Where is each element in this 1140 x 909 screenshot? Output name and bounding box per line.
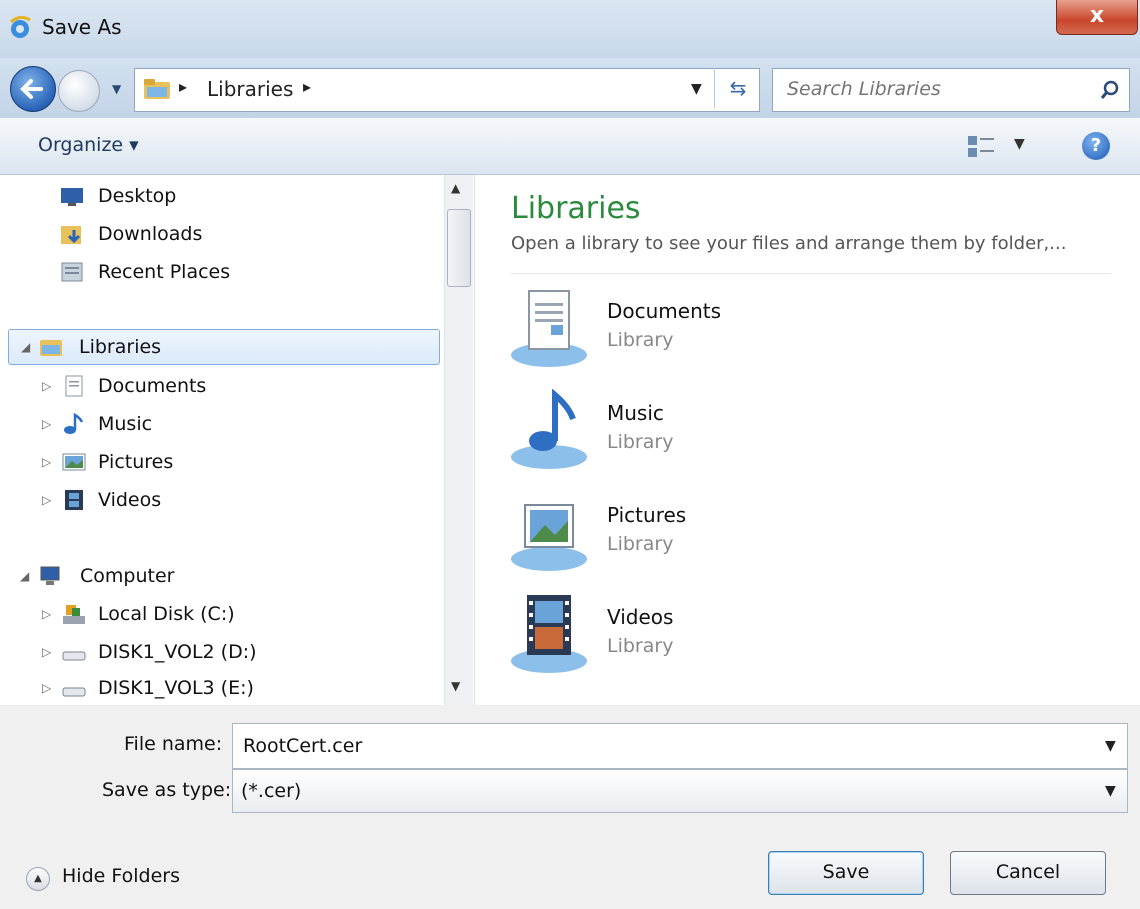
tree-item-libraries[interactable]: ◢ Libraries	[8, 329, 440, 365]
collapsed-arrow-icon[interactable]: ▷	[42, 407, 56, 441]
organize-menu[interactable]: Organize ▾	[38, 134, 139, 156]
scroll-down-arrow-icon[interactable]: ▼	[451, 679, 460, 693]
save-form: File name: ▼ Save as type: (*.cer) ▼ ▲ H…	[0, 705, 1140, 909]
search-box[interactable]	[772, 68, 1130, 112]
file-name-combobox[interactable]: ▼	[232, 723, 1128, 769]
breadcrumb-libraries[interactable]: Libraries	[207, 77, 293, 101]
collapsed-arrow-icon[interactable]: ▷	[42, 597, 56, 631]
tree-item-documents[interactable]: ▷ Documents	[40, 369, 430, 403]
tree-item-downloads[interactable]: Downloads	[60, 217, 430, 251]
divider	[511, 273, 1111, 274]
save-as-type-label: Save as type:	[102, 779, 232, 801]
file-name-dropdown-icon[interactable]: ▼	[1105, 738, 1116, 754]
forward-button[interactable]	[58, 70, 100, 112]
cancel-button[interactable]: Cancel	[950, 851, 1106, 895]
save-as-dialog: Save As x ▼ ▸ Libraries ▸ ▼ ⇆ Search Lib…	[0, 0, 1140, 909]
documents-library-icon	[511, 290, 587, 367]
scroll-up-arrow-icon[interactable]: ▲	[451, 181, 460, 195]
music-library-icon	[511, 389, 587, 469]
videos-library-icon	[511, 595, 587, 673]
collapsed-arrow-icon[interactable]: ▷	[42, 635, 56, 669]
library-item-videos[interactable]: Videos Library	[507, 593, 927, 683]
expanded-arrow-icon[interactable]: ◢	[20, 559, 34, 593]
tree-item-disk1-vol3-e[interactable]: ▷ DISK1_VOL3 (E:)	[40, 671, 430, 705]
navigation-pane: Desktop Downloads Recent Places ◢ Librar…	[0, 175, 475, 705]
save-as-type-select[interactable]: (*.cer) ▼	[232, 769, 1128, 813]
libraries-folder-icon	[40, 340, 62, 356]
help-icon[interactable]: ?	[1082, 132, 1110, 160]
tree-item-computer[interactable]: ◢ Computer	[20, 559, 430, 593]
library-item-music[interactable]: Music Library	[507, 389, 927, 479]
desktop-icon	[61, 188, 83, 206]
tree-item-pictures[interactable]: ▷ Pictures	[40, 445, 430, 479]
drive-icon	[62, 651, 86, 661]
tree-item-music[interactable]: ▷ Music	[40, 407, 430, 441]
save-as-type-dropdown-icon[interactable]: ▼	[1105, 783, 1116, 799]
pictures-icon	[62, 453, 86, 471]
title-bar: Save As x	[0, 0, 1140, 58]
collapsed-arrow-icon[interactable]: ▷	[42, 483, 56, 517]
collapsed-arrow-icon[interactable]: ▷	[42, 369, 56, 403]
computer-icon	[40, 566, 60, 585]
library-item-pictures[interactable]: Pictures Library	[507, 491, 927, 581]
refresh-button[interactable]: ⇆	[714, 68, 761, 108]
breadcrumb-arrow-icon[interactable]: ▸	[303, 77, 311, 96]
ie-icon	[10, 16, 31, 38]
tree-item-videos[interactable]: ▷ Videos	[40, 483, 430, 517]
downloads-icon	[61, 226, 81, 244]
documents-icon	[65, 375, 83, 397]
save-button[interactable]: Save	[768, 851, 924, 895]
recent-pages-chevron-icon[interactable]: ▼	[112, 82, 126, 96]
tree-item-disk1-vol2-d[interactable]: ▷ DISK1_VOL2 (D:)	[40, 635, 430, 669]
pictures-library-icon	[511, 504, 587, 571]
change-view-icon[interactable]	[966, 134, 996, 160]
collapsed-arrow-icon[interactable]: ▷	[42, 445, 56, 479]
view-options-dropdown-icon[interactable]: ▼	[1014, 136, 1025, 152]
collapsed-arrow-icon[interactable]: ▷	[42, 671, 56, 705]
recent-places-icon	[61, 262, 83, 282]
address-dropdown-icon[interactable]: ▼	[691, 81, 702, 97]
search-input[interactable]	[785, 77, 1089, 101]
save-as-type-value: (*.cer)	[241, 780, 302, 802]
expanded-arrow-icon[interactable]: ◢	[21, 330, 35, 364]
file-name-input[interactable]	[241, 734, 1085, 758]
videos-icon	[65, 490, 83, 510]
chevron-up-icon: ▲	[26, 867, 50, 891]
breadcrumb-arrow-icon[interactable]: ▸	[179, 77, 187, 96]
back-button[interactable]	[10, 66, 56, 112]
music-note-icon	[64, 412, 84, 434]
navigation-pane-scrollbar[interactable]: ▲ ▼	[444, 175, 473, 705]
libraries-folder-icon	[144, 79, 170, 99]
file-name-label: File name:	[124, 733, 223, 755]
close-button[interactable]: x	[1056, 0, 1138, 35]
library-item-documents[interactable]: Documents Library	[507, 287, 927, 377]
address-bar[interactable]: ▸ Libraries ▸ ▼	[134, 68, 760, 112]
drive-icon	[62, 687, 86, 697]
refresh-icon: ⇆	[729, 76, 747, 100]
content-title: Libraries	[511, 191, 641, 226]
content-subtitle: Open a library to see your files and arr…	[511, 233, 1067, 254]
tree-item-recent-places[interactable]: Recent Places	[60, 255, 430, 289]
content-pane: Libraries Open a library to see your fil…	[475, 175, 1140, 705]
back-arrow-icon	[20, 79, 43, 99]
search-icon[interactable]	[1099, 79, 1121, 101]
scroll-thumb[interactable]	[447, 209, 471, 287]
navigation-bar: ▼ ▸ Libraries ▸ ▼ ⇆	[0, 58, 1140, 118]
command-bar: Organize ▾ ▼ ?	[0, 118, 1140, 175]
tree-item-local-disk-c[interactable]: ▷ Local Disk (C:)	[40, 597, 430, 631]
local-disk-icon	[63, 605, 85, 624]
tree-item-desktop[interactable]: Desktop	[60, 179, 430, 213]
window-title: Save As	[42, 15, 122, 39]
